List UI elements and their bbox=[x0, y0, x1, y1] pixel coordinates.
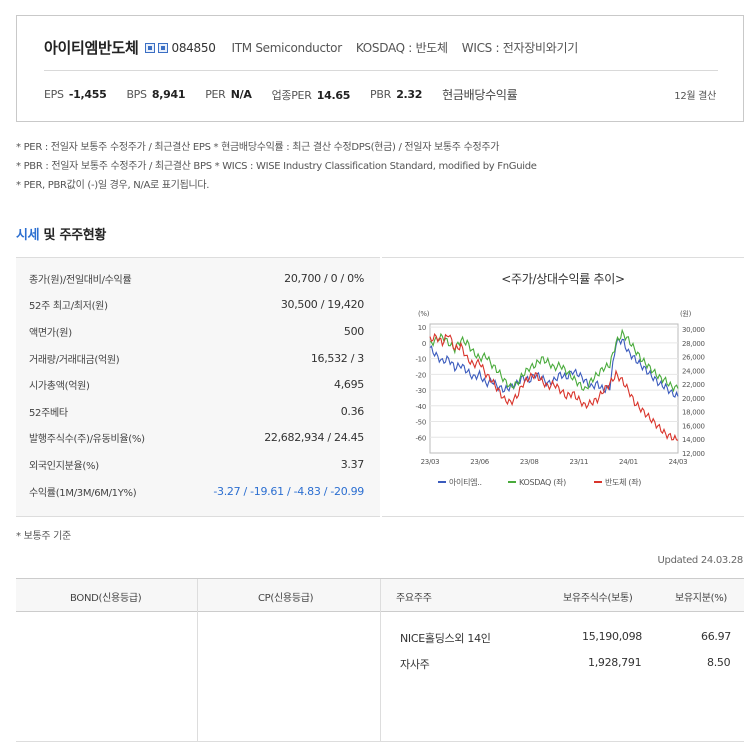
right-tick-label: 18,000 bbox=[682, 409, 705, 417]
column-divider bbox=[197, 579, 198, 742]
left-tick-label: -10 bbox=[415, 356, 426, 364]
legend-label: 아이티엠.. bbox=[449, 477, 482, 487]
wics-sector: WICS : 전자장비와기기 bbox=[461, 41, 578, 55]
holder-shares: 15,190,098 bbox=[582, 630, 642, 643]
left-tick-label: -20 bbox=[415, 371, 426, 379]
stock-code: 084850 bbox=[171, 40, 216, 55]
basis-note: * 보통주 기준 bbox=[16, 531, 71, 542]
x-tick-label: 23/06 bbox=[470, 458, 490, 466]
market-row: 액면가(원) 500 bbox=[29, 324, 364, 339]
left-tick-label: -40 bbox=[415, 403, 426, 411]
right-axis-unit: (원) bbox=[680, 309, 692, 318]
market-row: 시가총액(억원) 4,695 bbox=[29, 377, 364, 392]
left-tick-label: 10 bbox=[418, 324, 426, 332]
company-name: 아이티엠반도체 bbox=[44, 39, 139, 57]
legend-label: 반도체 (좌) bbox=[605, 477, 641, 487]
market-sector: KOSDAQ : 반도체 bbox=[355, 41, 448, 55]
holder-stake: 66.97 bbox=[701, 630, 731, 643]
holder-name: NICE홀딩스외 14인 bbox=[400, 632, 491, 645]
home-icon[interactable] bbox=[144, 42, 155, 53]
market-row: 외국인지분율(%) 3.37 bbox=[29, 457, 364, 472]
x-tick-label: 24/01 bbox=[619, 458, 638, 466]
dividend-yield-label: 현금배당수익률 bbox=[442, 88, 518, 102]
header-shares: 보유주식수(보통) bbox=[563, 593, 633, 604]
column-divider bbox=[380, 579, 381, 742]
right-tick-label: 24,000 bbox=[682, 367, 705, 375]
market-row: 수익률(1M/3M/6M/1Y%) -3.27 / -19.61 / -4.83 … bbox=[29, 484, 364, 499]
left-axis-unit: (%) bbox=[418, 310, 430, 318]
company-title-row: 아이티엠반도체 084850 ITM Semiconductor KOSDAQ … bbox=[44, 37, 578, 58]
news-icon[interactable] bbox=[157, 42, 168, 53]
header-divider bbox=[44, 70, 718, 71]
right-tick-label: 14,000 bbox=[682, 436, 705, 444]
right-tick-label: 26,000 bbox=[682, 354, 705, 362]
metric-pbr: PBR 2.32 bbox=[370, 88, 423, 101]
right-tick-label: 12,000 bbox=[682, 450, 705, 458]
settlement-month: 12월 결산 bbox=[674, 91, 716, 102]
x-tick-label: 23/11 bbox=[569, 458, 588, 466]
x-tick-label: 23/08 bbox=[520, 458, 539, 466]
company-header-card: 아이티엠반도체 084850 ITM Semiconductor KOSDAQ … bbox=[16, 15, 744, 122]
x-tick-label: 23/03 bbox=[421, 458, 440, 466]
legend-label: KOSDAQ (좌) bbox=[519, 478, 566, 487]
note-line: * PER : 전일자 보통주 수정주가 / 최근결산 EPS * 현금배당수익… bbox=[16, 142, 500, 153]
metric-per: PER N/A bbox=[205, 88, 252, 101]
market-row: 52주 최고/최저(원) 30,500 / 19,420 bbox=[29, 297, 364, 312]
left-tick-label: 0 bbox=[422, 340, 426, 348]
chart-svg: 10 0 -10 -20 -30 -40 -50 -60 (%) 30,000 28,000 26,0… bbox=[415, 309, 705, 487]
metric-bps: BPS 8,941 bbox=[126, 88, 186, 101]
note-line: * PBR : 전일자 보통주 수정주가 / 최근결산 BPS * WICS :… bbox=[16, 161, 537, 172]
price-return-chart: <주가/상대수익률 추이> 10 0 -10 -20 -30 -40 -50 -60 (%) 30… bbox=[382, 257, 744, 517]
footnotes: * PER : 전일자 보통주 수정주가 / 최근결산 EPS * 현금배당수익… bbox=[16, 138, 537, 195]
english-name: ITM Semiconductor bbox=[231, 40, 343, 55]
right-tick-label: 16,000 bbox=[682, 422, 705, 430]
right-tick-label: 22,000 bbox=[682, 381, 705, 389]
market-row: 발행주식수(주)/유동비율(%) 22,682,934 / 24.45 bbox=[29, 430, 364, 445]
metrics-row: EPS -1,455 BPS 8,941 PER N/A 업종PER 14.65… bbox=[44, 86, 518, 103]
header-stake: 보유지분(%) bbox=[675, 593, 728, 604]
left-tick-label: -60 bbox=[415, 434, 426, 442]
header-bond: BOND(신용등급) bbox=[70, 593, 142, 604]
left-tick-label: -30 bbox=[415, 387, 426, 395]
header-cp: CP(신용등급) bbox=[258, 593, 314, 604]
right-tick-label: 30,000 bbox=[682, 326, 705, 334]
right-tick-label: 28,000 bbox=[682, 340, 705, 348]
market-row: 거래량/거래대금(억원) 16,532 / 3 bbox=[29, 351, 364, 366]
market-info-table: 종가(원)/전일대비/수익률 20,700 / 0 / 0% 52주 최고/최저(… bbox=[16, 257, 380, 517]
holder-shares: 1,928,791 bbox=[588, 656, 642, 669]
market-row: 종가(원)/전일대비/수익률 20,700 / 0 / 0% bbox=[29, 271, 364, 286]
section-title: 시세 및 주주현황 bbox=[16, 228, 107, 243]
note-line: * PER, PBR값이 (-)일 경우, N/A로 표기됩니다. bbox=[16, 180, 210, 191]
shareholder-table: BOND(신용등급) CP(신용등급) 주요주주 보유주식수(보통) 보유지분(… bbox=[16, 578, 744, 742]
header-holder: 주요주주 bbox=[396, 593, 432, 604]
metric-eps: EPS -1,455 bbox=[44, 88, 107, 101]
updated-date: Updated 24.03.28 bbox=[657, 555, 744, 566]
x-tick-label: 24/03 bbox=[669, 458, 688, 466]
holder-stake: 8.50 bbox=[707, 656, 731, 669]
right-tick-label: 20,000 bbox=[682, 395, 705, 403]
market-row: 52주베타 0.36 bbox=[29, 404, 364, 419]
left-tick-label: -50 bbox=[415, 419, 426, 427]
holder-name: 자사주 bbox=[400, 658, 430, 671]
metric-industry-per: 업종PER 14.65 bbox=[271, 88, 351, 102]
